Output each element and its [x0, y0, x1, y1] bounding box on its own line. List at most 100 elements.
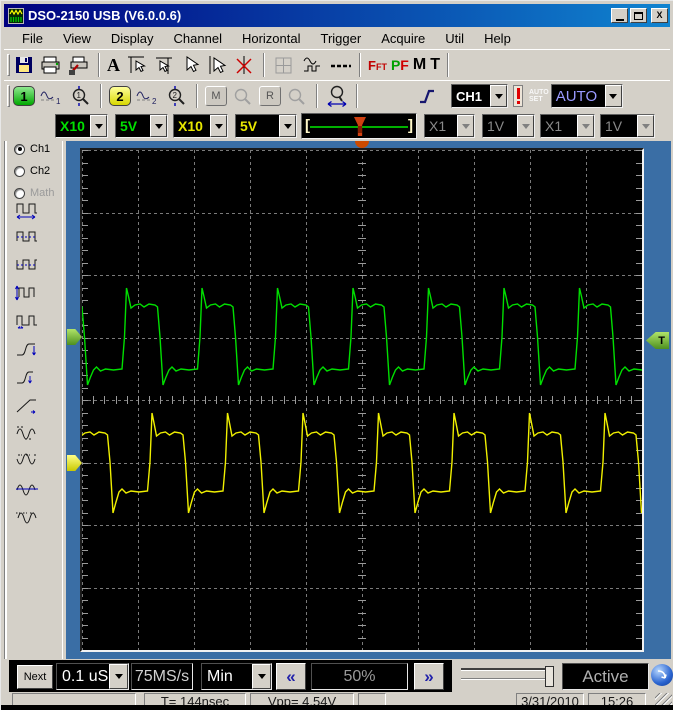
tool-rms[interactable] [15, 503, 49, 531]
cursor-track-button[interactable] [202, 52, 230, 78]
period-icon [16, 203, 37, 220]
maximize-button[interactable] [630, 8, 647, 23]
dropdown-arrow-icon[interactable] [279, 115, 296, 137]
tool-mean[interactable] [15, 475, 49, 503]
waveform-display-button[interactable] [298, 52, 326, 78]
position-slider[interactable] [459, 666, 557, 688]
channel2-vzoom-button[interactable]: 2 [163, 83, 191, 109]
toolbar-channels: 1 1 1 2 2 2 M R CH1 AUTO SET AUTO [4, 80, 670, 111]
tool-amplitude[interactable] [15, 419, 49, 447]
dropdown-arrow-icon[interactable] [210, 115, 227, 137]
print-setup-icon [69, 56, 88, 75]
measure-button[interactable]: M [411, 52, 428, 78]
title-bar: DSO-2150 USB (V6.0.0.6) X [4, 4, 670, 27]
ch1-volts-select[interactable]: 5V [115, 114, 168, 138]
scroll-left-button[interactable]: « [276, 663, 306, 690]
tool-burst-width[interactable] [15, 279, 49, 307]
scroll-right-button[interactable]: » [414, 663, 444, 690]
dropdown-arrow-icon[interactable] [90, 115, 107, 137]
ch2-volts-select[interactable]: 5V [235, 114, 297, 138]
alt2-probe-value: X1 [545, 118, 563, 134]
trigger-position-slider[interactable]: [ ] [301, 113, 417, 139]
menu-channel[interactable]: Channel [164, 29, 232, 48]
menu-display[interactable]: Display [101, 29, 164, 48]
positive-width-icon [16, 231, 37, 242]
channel2-enable-button[interactable]: 2 [107, 83, 133, 109]
dropdown-arrow-icon[interactable] [150, 115, 167, 137]
tool-rise-time[interactable] [15, 335, 49, 363]
menu-trigger[interactable]: Trigger [311, 29, 372, 48]
channel1-vzoom-button[interactable]: 1 [67, 83, 95, 109]
dropdown-arrow-icon[interactable] [604, 85, 622, 107]
tool-positive-width[interactable] [15, 223, 49, 251]
timebase-select[interactable]: 0.1 uS [56, 663, 129, 690]
cursor-arrow-button[interactable] [178, 52, 202, 78]
cursor-delete-button[interactable] [230, 52, 258, 78]
ch1-probe-select[interactable]: X10 [55, 114, 108, 138]
tool-delay[interactable] [15, 391, 49, 419]
channel2-waveform-icon: 2 [136, 91, 157, 106]
fft-button[interactable]: FFT [366, 52, 389, 78]
cursor-vertical-button[interactable] [150, 52, 178, 78]
next-button[interactable]: Next [17, 665, 53, 689]
dotted-line-button[interactable] [326, 52, 354, 78]
toolbar-grip[interactable] [7, 85, 10, 107]
channel2-waveform-button[interactable]: 2 [133, 83, 163, 109]
save-button[interactable] [11, 52, 37, 78]
mean-icon [16, 484, 38, 496]
negative-width-icon [16, 259, 37, 270]
dropdown-arrow-icon[interactable] [109, 664, 128, 689]
dropdown-arrow-icon[interactable] [252, 664, 271, 689]
menu-horizontal[interactable]: Horizontal [232, 29, 311, 48]
tool-fall-time[interactable] [15, 363, 49, 391]
toolbar-vertical-settings: X10 5V X10 5V [ ] X1 1V X1 1V [4, 111, 670, 141]
reference-vzoom-icon [288, 88, 305, 105]
tool-negative-peak[interactable] [15, 447, 49, 475]
text-annotation-button[interactable]: T [428, 52, 442, 78]
tool-period[interactable] [15, 195, 49, 223]
grid-toggle-button [270, 52, 298, 78]
dropdown-arrow-icon[interactable] [490, 85, 507, 107]
trigger-mode-select[interactable]: AUTO [550, 84, 623, 108]
close-button[interactable]: X [651, 8, 668, 23]
math-channel-button: M [203, 83, 229, 109]
trigger-slope-button[interactable] [415, 83, 439, 109]
slider-thumb[interactable] [545, 666, 554, 687]
cursor-horizontal-button[interactable] [122, 52, 150, 78]
channel1-radio[interactable]: Ch1 [14, 141, 50, 157]
channel2-icon: 2 [109, 86, 131, 106]
tool-negative-width[interactable] [15, 251, 49, 279]
trigger-position-top-marker[interactable] [355, 141, 369, 148]
menu-view[interactable]: View [53, 29, 101, 48]
minimize-button[interactable] [611, 8, 628, 23]
toolbar-grip[interactable] [7, 54, 10, 76]
channel1-waveform-button[interactable]: 1 [37, 83, 67, 109]
alt2-probe-select: X1 [540, 114, 595, 138]
channel1-radio-label: Ch1 [30, 143, 51, 155]
trigger-level-marker[interactable]: T [646, 332, 669, 349]
menu-file[interactable]: File [12, 29, 53, 48]
maximize-icon [634, 11, 643, 20]
channel2-radio[interactable]: Ch2 [14, 163, 50, 179]
ch2-probe-select[interactable]: X10 [173, 114, 228, 138]
text-a-icon: A [107, 54, 120, 75]
menu-util[interactable]: Util [435, 29, 474, 48]
fall-time-icon [17, 371, 33, 384]
menu-acquire[interactable]: Acquire [371, 29, 435, 48]
pass-fail-button[interactable]: PF [389, 52, 411, 78]
trigger-source-select[interactable]: CH1 [451, 84, 508, 108]
text-label-button[interactable]: A [105, 52, 122, 78]
trigger-slope-icon [420, 89, 434, 104]
tool-duty-cycle[interactable] [15, 307, 49, 335]
cursor-arrow-icon [186, 56, 200, 73]
horizontal-zoom-button[interactable] [323, 83, 351, 109]
burst-width-icon [15, 285, 35, 301]
arrow-down-right-icon [657, 670, 667, 679]
print-button[interactable] [37, 52, 65, 78]
menu-help[interactable]: Help [474, 29, 521, 48]
interpolation-select[interactable]: Min [201, 663, 272, 690]
channel1-enable-button[interactable]: 1 [11, 83, 37, 109]
panel-toggle-button[interactable] [651, 664, 673, 686]
pass-fail-icon: PF [390, 57, 409, 73]
print-setup-button[interactable] [65, 52, 93, 78]
